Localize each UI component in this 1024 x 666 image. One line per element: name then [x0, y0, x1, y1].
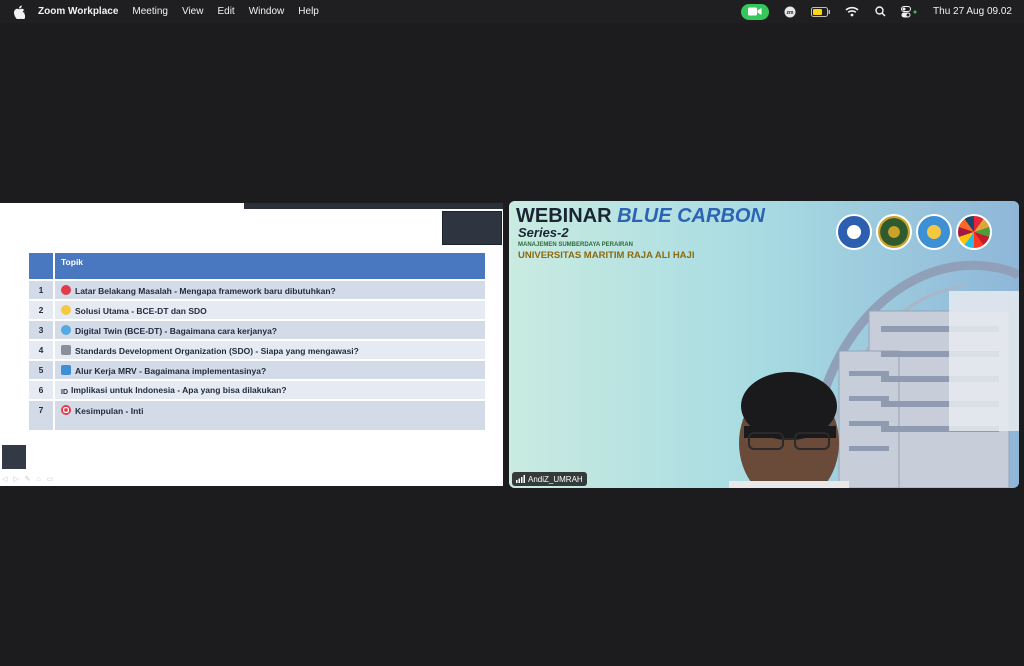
table-row: 7 Kesimpulan - Inti — [29, 399, 485, 430]
table-row: 1 Latar Belakang Masalah - Mengapa frame… — [29, 279, 485, 300]
university-logo-icon — [836, 214, 872, 250]
row-topic-text: Latar Belakang Masalah - Mengapa framewo… — [75, 285, 336, 296]
department-name: MANAJEMEN SUMBERDAYA PERAIRAN — [518, 242, 634, 248]
search-icon[interactable] — [873, 5, 887, 19]
participant-name: AndiZ_UMRAH — [528, 474, 583, 484]
participant-name-tag: AndiZ_UMRAH — [512, 472, 587, 486]
row-number: 6 — [29, 379, 55, 400]
table-header-number — [29, 253, 55, 280]
target-icon — [61, 405, 71, 415]
menu-app-name[interactable]: Zoom Workplace — [38, 6, 118, 17]
zoom-app-icon[interactable]: zm — [783, 5, 797, 19]
slide-navigator-thumbnail[interactable] — [2, 445, 26, 469]
row-number: 4 — [29, 339, 55, 360]
government-seal-icon — [876, 214, 912, 250]
presentation-controls[interactable]: ◁ ▷ ✎ ⌂ ▭ — [2, 475, 55, 483]
table-row: 6 ID Implikasi untuk Indonesia - Apa yang… — [29, 379, 485, 400]
table-header-topic: Topik — [54, 253, 485, 280]
sponsor-logos — [836, 214, 992, 250]
row-topic-text: Standards Development Organization (SDO)… — [75, 345, 359, 356]
red-apple-icon — [61, 284, 71, 295]
webinar-series: Series-2 — [518, 225, 569, 240]
row-topic-cell: ID Implikasi untuk Indonesia - Apa yang b… — [54, 379, 485, 400]
sdg-wheel-icon — [956, 214, 992, 250]
row-topic-cell: Standards Development Organization (SDO)… — [54, 339, 485, 360]
row-topic-text: Digital Twin (BCE-DT) - Bagaimana cara k… — [75, 325, 277, 336]
repeat-icon — [61, 364, 71, 375]
menu-meeting[interactable]: Meeting — [132, 6, 168, 17]
zoom-video-status-icon[interactable] — [741, 3, 770, 20]
institution-icon — [61, 344, 71, 355]
row-number: 7 — [29, 399, 55, 430]
webinar-title-accent: BLUE CARBON — [617, 205, 765, 227]
row-topic-text: Alur Kerja MRV - Bagaimana implementasin… — [75, 365, 267, 376]
signal-strength-icon — [516, 475, 525, 483]
table-row: 2 Solusi Utama - BCE-DT dan SDO — [29, 299, 485, 320]
row-topic-cell: Kesimpulan - Inti — [54, 399, 485, 430]
indonesia-flag-icon: ID — [61, 388, 68, 396]
row-number: 3 — [29, 319, 55, 340]
wifi-icon[interactable] — [845, 5, 859, 19]
table-row: 5 Alur Kerja MRV - Bagaimana implementas… — [29, 359, 485, 380]
row-topic-cell: Alur Kerja MRV - Bagaimana implementasin… — [54, 359, 485, 380]
participant-video-tile[interactable]: WEBINAR BLUE CARBON Series-2 MANAJEMEN S… — [509, 201, 1019, 488]
menubar-clock[interactable]: Thu 27 Aug 09.02 — [933, 6, 1012, 17]
lightbulb-icon — [61, 304, 71, 315]
row-topic-text: Implikasi untuk Indonesia - Apa yang bis… — [71, 384, 287, 395]
apple-icon[interactable] — [12, 5, 26, 19]
control-center-icon[interactable] — [901, 5, 919, 19]
table-row: 3 Digital Twin (BCE-DT) - Bagaimana cara… — [29, 319, 485, 340]
menu-help[interactable]: Help — [298, 6, 319, 17]
campus-program-logo-icon — [916, 214, 952, 250]
svg-text:zm: zm — [787, 10, 795, 16]
shared-screen-toolbar-strip — [244, 203, 503, 209]
globe-icon — [61, 324, 71, 335]
shared-screen: Topik 1 Latar Belakang Masalah - Mengapa… — [0, 203, 503, 486]
row-number: 5 — [29, 359, 55, 380]
row-topic-text: Solusi Utama - BCE-DT dan SDO — [75, 305, 207, 316]
row-topic-cell: Solusi Utama - BCE-DT dan SDO — [54, 299, 485, 320]
menu-bar: Zoom Workplace Meeting View Edit Window … — [0, 0, 1024, 23]
topics-table: Topik 1 Latar Belakang Masalah - Mengapa… — [29, 253, 485, 430]
menu-window[interactable]: Window — [249, 6, 285, 17]
presenter-thumbnail[interactable] — [442, 211, 502, 245]
university-name: UNIVERSITAS MARITIM RAJA ALI HAJI — [518, 250, 695, 261]
menu-edit[interactable]: Edit — [217, 6, 234, 17]
row-topic-text: Kesimpulan - Inti — [75, 406, 144, 416]
row-number: 2 — [29, 299, 55, 320]
row-number: 1 — [29, 279, 55, 300]
menu-view[interactable]: View — [182, 6, 204, 17]
battery-icon[interactable] — [811, 5, 831, 19]
row-topic-cell: Latar Belakang Masalah - Mengapa framewo… — [54, 279, 485, 300]
table-row: 4 Standards Development Organization (SD… — [29, 339, 485, 360]
table-header-row: Topik — [29, 253, 485, 280]
webinar-title-main: WEBINAR — [516, 205, 618, 227]
row-topic-cell: Digital Twin (BCE-DT) - Bagaimana cara k… — [54, 319, 485, 340]
